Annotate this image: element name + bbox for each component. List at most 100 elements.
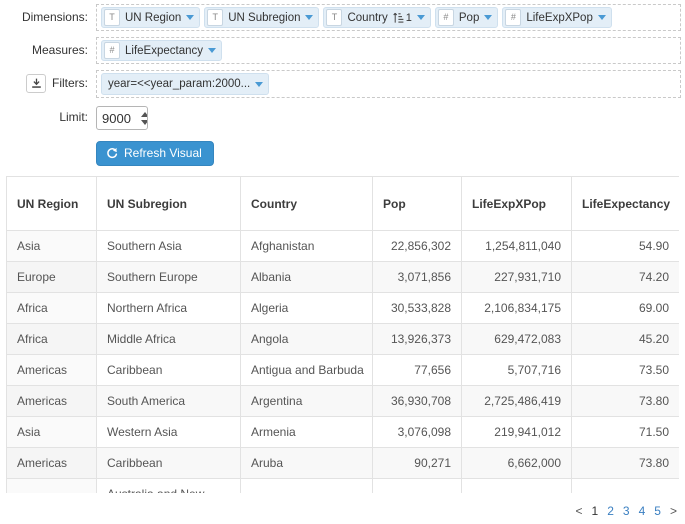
column-header-un-region[interactable]: UN Region <box>7 177 97 231</box>
table-row[interactable]: AsiaWestern AsiaArmenia3,076,098219,941,… <box>7 417 680 448</box>
column-header-pop[interactable]: Pop <box>373 177 462 231</box>
table-cell: Angola <box>241 324 373 355</box>
table-cell: 13,926,373 <box>373 324 462 355</box>
dimension-pill-country[interactable]: T Country 1 <box>323 7 430 28</box>
chevron-down-icon[interactable] <box>305 15 313 20</box>
pagination-next[interactable]: > <box>670 504 677 518</box>
table-cell: 2,725,486,419 <box>462 386 572 417</box>
download-icon-button[interactable] <box>26 74 46 93</box>
limit-input[interactable] <box>97 107 141 129</box>
column-header-lifeexpectancy[interactable]: LifeExpectancy <box>572 177 680 231</box>
dimension-pill-un-subregion[interactable]: T UN Subregion <box>204 7 319 28</box>
limit-stepper[interactable] <box>96 106 148 130</box>
chevron-down-icon[interactable] <box>598 15 606 20</box>
measures-dropzone[interactable]: # LifeExpectancy <box>96 37 681 64</box>
table-cell: Armenia <box>241 417 373 448</box>
table-cell: Western Asia <box>97 417 241 448</box>
refresh-row: Refresh Visual <box>0 139 685 168</box>
dimension-pill-label: UN Subregion <box>228 12 300 24</box>
results-table-head: UN Region UN Subregion Country Pop LifeE… <box>7 177 680 231</box>
stepper-down-icon[interactable] <box>141 120 148 125</box>
column-header-label: UN Region <box>17 197 78 211</box>
dimensions-dropzone[interactable]: T UN Region T UN Subregion T Country <box>96 4 681 31</box>
pagination-page-4[interactable]: 4 <box>639 504 646 518</box>
table-row[interactable]: AmericasSouth AmericaArgentina36,930,708… <box>7 386 680 417</box>
table-row[interactable]: EuropeSouthern EuropeAlbania3,071,856227… <box>7 262 680 293</box>
dimensions-label: Dimensions: <box>0 4 96 30</box>
table-row[interactable]: AfricaNorthern AfricaAlgeria30,533,8282,… <box>7 293 680 324</box>
table-header-row: UN Region UN Subregion Country Pop LifeE… <box>7 177 680 231</box>
table-cell: 1,254,811,040 <box>462 231 572 262</box>
table-cell: 69.00 <box>572 293 680 324</box>
table-cell: 1,531,231,785 <box>462 479 572 494</box>
table-cell: 3,076,098 <box>373 417 462 448</box>
dimension-pill-lifeexpxpop[interactable]: # LifeExpXPop <box>502 7 612 28</box>
chevron-down-icon[interactable] <box>417 15 425 20</box>
query-builder: Dimensions: T UN Region T UN Subregion T… <box>0 0 685 168</box>
measures-row: Measures: # LifeExpectancy <box>0 37 685 65</box>
text-type-icon: T <box>104 9 120 26</box>
table-cell: 73.50 <box>572 355 680 386</box>
dimension-pill-label: Pop <box>459 12 479 24</box>
sort-indicator[interactable]: 1 <box>393 12 412 24</box>
dimension-pill-pop[interactable]: # Pop <box>435 7 498 28</box>
pagination: < 1 2 3 4 5 > <box>576 504 677 518</box>
refresh-visual-button-label: Refresh Visual <box>124 147 202 159</box>
column-header-country[interactable]: Country <box>241 177 373 231</box>
table-row[interactable]: AsiaSouthern AsiaAfghanistan22,856,3021,… <box>7 231 680 262</box>
table-row[interactable]: OceaniaAustralia and New ZealandAustrali… <box>7 479 680 494</box>
limit-row: Limit: <box>0 104 685 132</box>
table-cell: Albania <box>241 262 373 293</box>
table-cell: Southern Asia <box>97 231 241 262</box>
table-cell: 5,707,716 <box>462 355 572 386</box>
pagination-page-2[interactable]: 2 <box>607 504 614 518</box>
column-header-lifeexpxpop[interactable]: LifeExpXPop <box>462 177 572 231</box>
filters-dropzone[interactable]: year=<<year_param:2000... <box>96 70 681 98</box>
dimension-pill-label: LifeExpXPop <box>526 12 593 24</box>
table-row[interactable]: AmericasCaribbeanAruba90,2716,662,00073.… <box>7 448 680 479</box>
limit-stepper-arrows[interactable] <box>141 107 148 129</box>
table-cell: Caribbean <box>97 355 241 386</box>
refresh-visual-button[interactable]: Refresh Visual <box>96 141 214 166</box>
filter-pill-label: year=<<year_param:2000... <box>108 78 250 90</box>
text-type-icon: T <box>207 9 223 26</box>
pagination-page-3[interactable]: 3 <box>623 504 630 518</box>
pagination-page-1[interactable]: 1 <box>592 504 599 518</box>
table-cell: Australia <box>241 479 373 494</box>
pagination-prev[interactable]: < <box>576 504 583 518</box>
table-cell: Americas <box>7 386 97 417</box>
results-table-body: AsiaSouthern AsiaAfghanistan22,856,3021,… <box>7 231 680 494</box>
dimension-pill-label: UN Region <box>125 12 181 24</box>
refresh-icon <box>106 147 118 159</box>
table-cell: Argentina <box>241 386 373 417</box>
stepper-up-icon[interactable] <box>141 112 148 117</box>
limit-label: Limit: <box>0 104 96 130</box>
chevron-down-icon[interactable] <box>484 15 492 20</box>
table-cell: Europe <box>7 262 97 293</box>
filter-pill-year[interactable]: year=<<year_param:2000... <box>101 73 269 95</box>
table-cell: 90,271 <box>373 448 462 479</box>
table-row[interactable]: AmericasCaribbeanAntigua and Barbuda77,6… <box>7 355 680 386</box>
table-cell: Aruba <box>241 448 373 479</box>
chevron-down-icon[interactable] <box>208 48 216 53</box>
table-cell: 45.20 <box>572 324 680 355</box>
table-row[interactable]: AfricaMiddle AfricaAngola13,926,373629,4… <box>7 324 680 355</box>
table-cell: Africa <box>7 293 97 324</box>
number-type-icon: # <box>505 9 521 26</box>
limit-field-area <box>96 104 681 132</box>
table-cell: 71.50 <box>572 417 680 448</box>
table-cell: 629,472,083 <box>462 324 572 355</box>
table-cell: 36,930,708 <box>373 386 462 417</box>
dimension-pill-un-region[interactable]: T UN Region <box>101 7 200 28</box>
results-table-container[interactable]: UN Region UN Subregion Country Pop LifeE… <box>6 176 679 493</box>
pagination-page-5[interactable]: 5 <box>654 504 661 518</box>
chevron-down-icon[interactable] <box>186 15 194 20</box>
column-header-label: Pop <box>383 197 406 211</box>
sort-order-number: 1 <box>406 12 412 24</box>
chevron-down-icon[interactable] <box>255 82 263 87</box>
measure-pill-lifeexpectancy[interactable]: # LifeExpectancy <box>101 40 222 61</box>
column-header-un-subregion[interactable]: UN Subregion <box>97 177 241 231</box>
download-icon <box>31 78 42 89</box>
table-cell: Caribbean <box>97 448 241 479</box>
dimensions-row: Dimensions: T UN Region T UN Subregion T… <box>0 4 685 32</box>
